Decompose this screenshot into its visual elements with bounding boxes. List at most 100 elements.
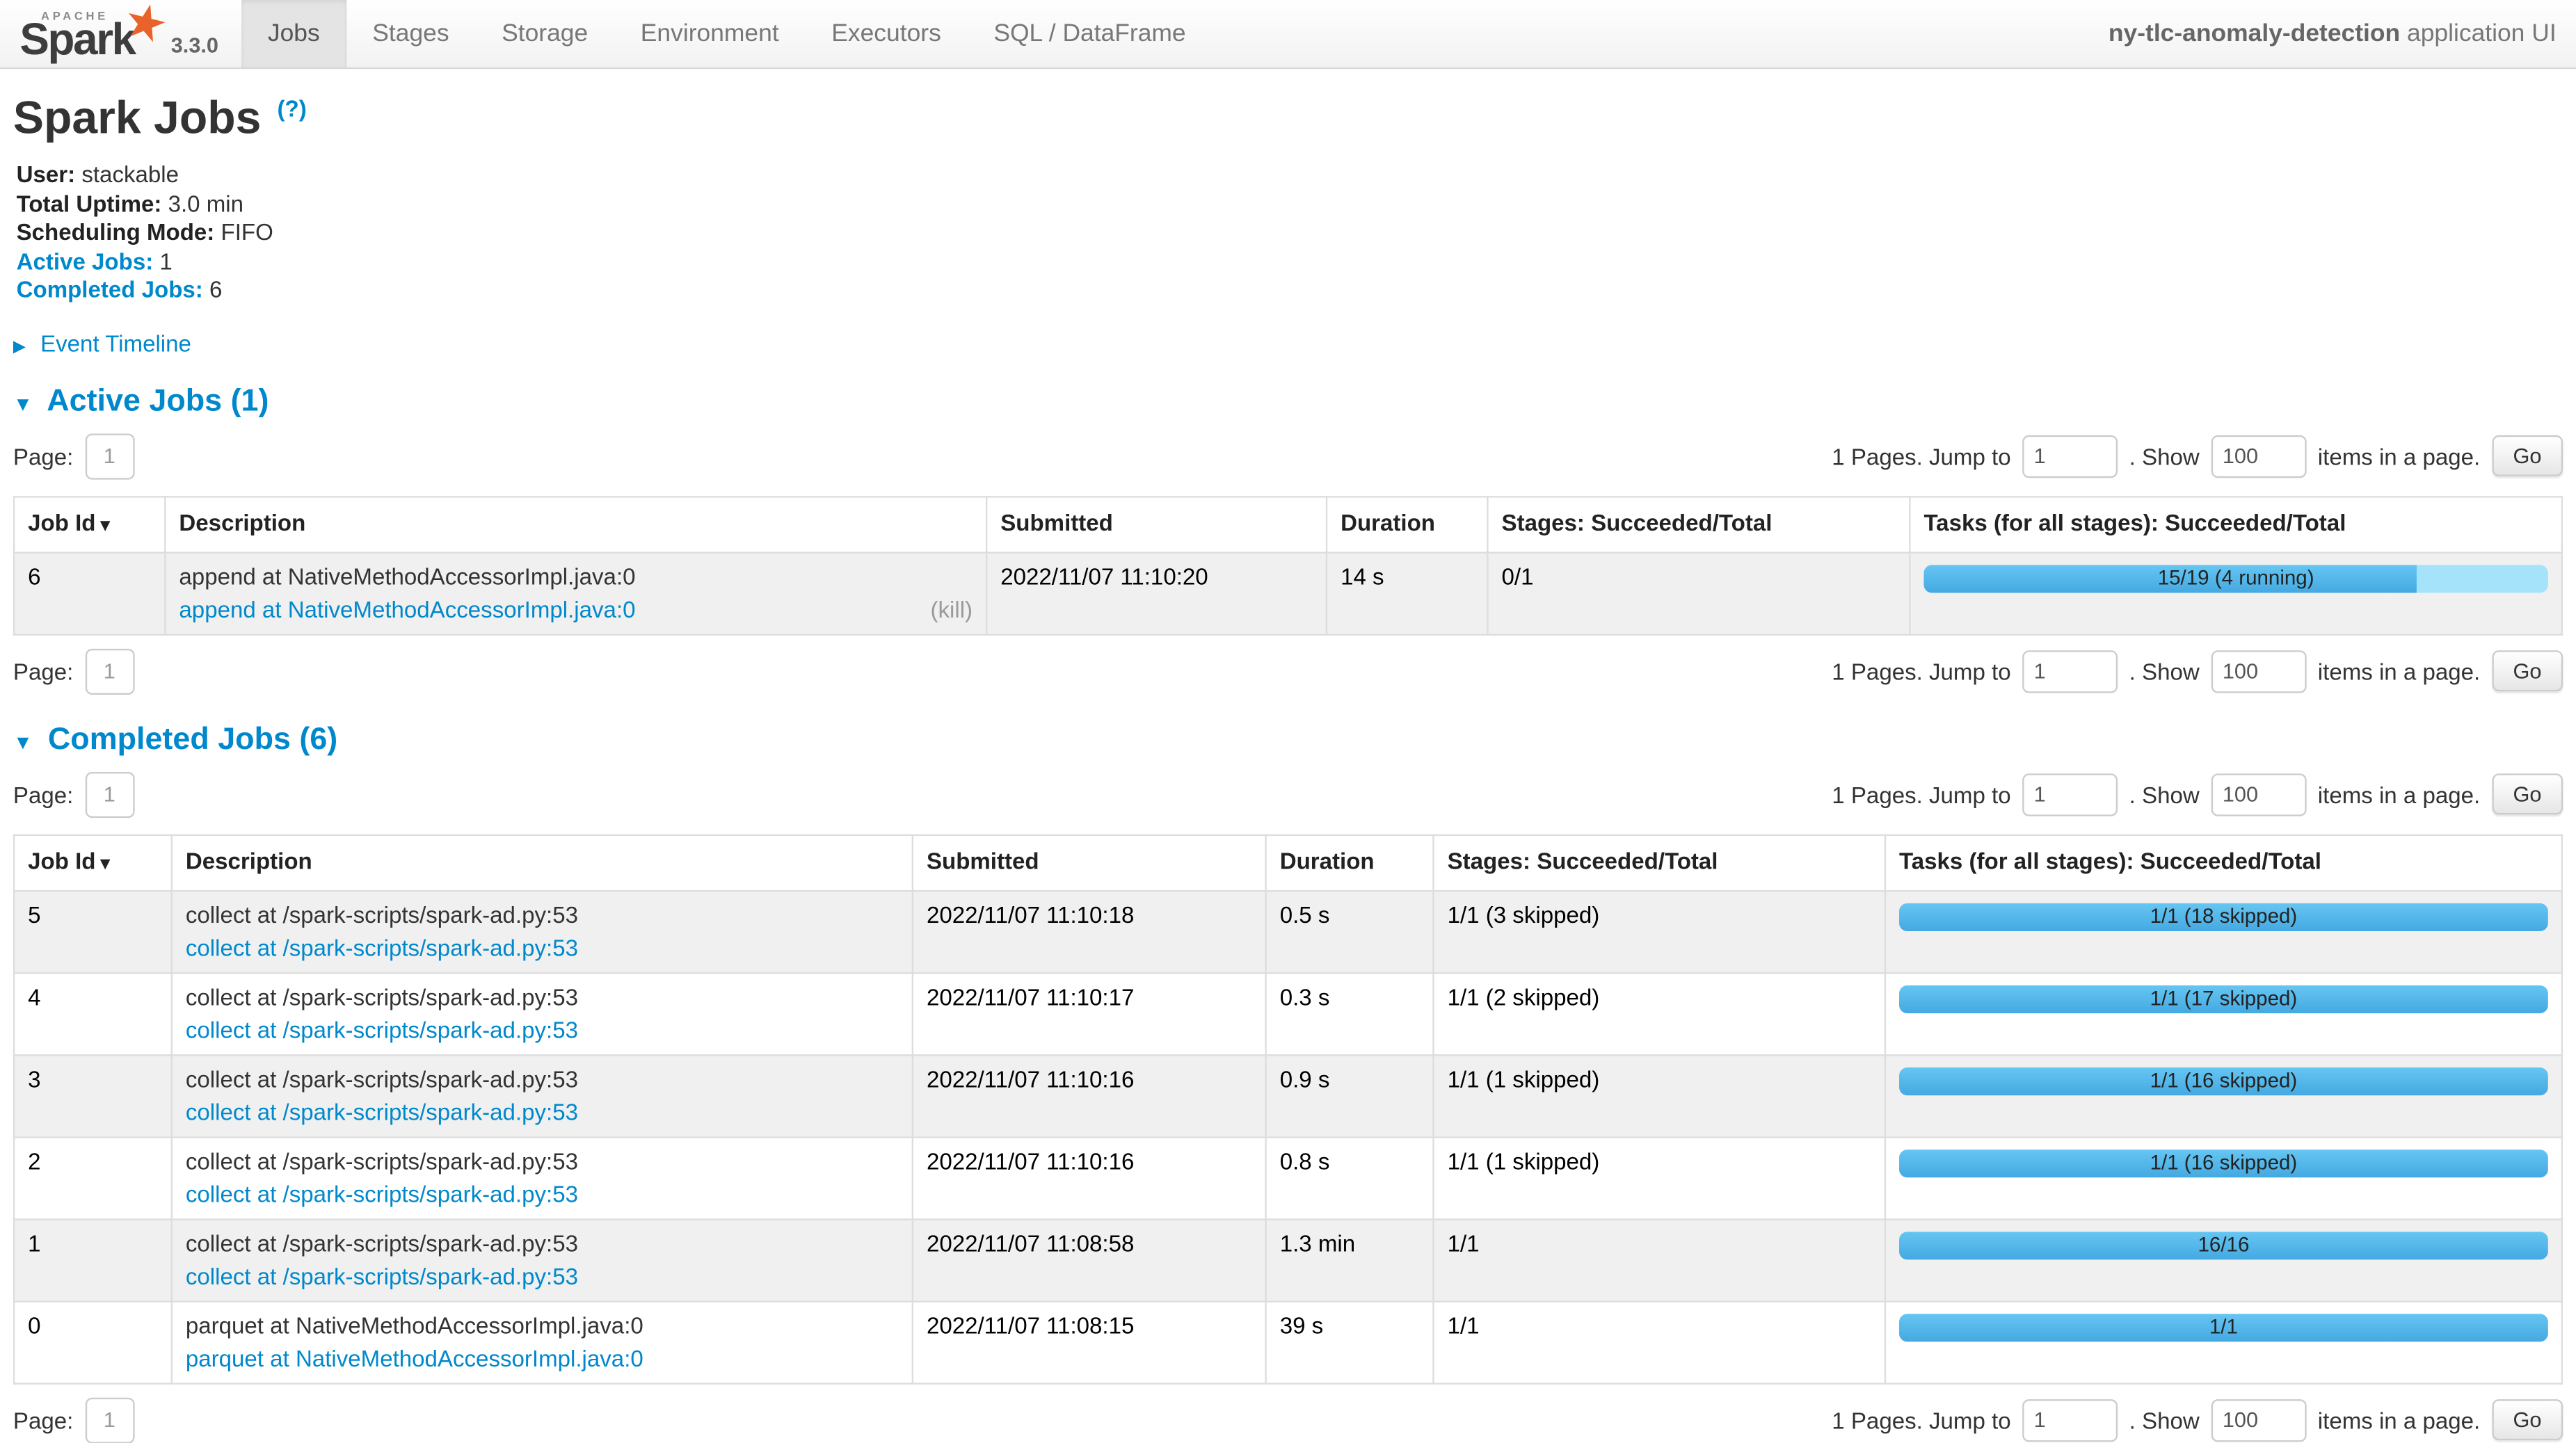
progress-label: 1/1 (16 skipped) [1899, 1149, 2548, 1177]
tab-executors[interactable]: Executors [805, 0, 967, 67]
tasks-cell: 15/19 (4 running) [1910, 552, 2562, 634]
sort-descending-icon: ▾ [101, 853, 110, 873]
kill-link[interactable]: (kill) [930, 595, 973, 623]
description-link[interactable]: collect at /spark-scripts/spark-ad.py:53 [186, 934, 578, 962]
col-stages[interactable]: Stages: Succeeded/Total [1487, 496, 1910, 551]
col-tasks[interactable]: Tasks (for all stages): Succeeded/Total [1910, 496, 2562, 551]
summary-scheduling-value: FIFO [221, 218, 273, 245]
description-cell: collect at /spark-scripts/spark-ad.py:53… [172, 1136, 913, 1218]
job-id-cell: 6 [14, 552, 165, 634]
tab-environment[interactable]: Environment [614, 0, 805, 67]
description-link[interactable]: collect at /spark-scripts/spark-ad.py:53 [186, 1098, 578, 1126]
jump-to-input[interactable] [2022, 435, 2118, 477]
jump-to-input[interactable] [2022, 1398, 2118, 1441]
tab-stages[interactable]: Stages [346, 0, 475, 67]
summary-user: User: stackable [17, 161, 2563, 189]
go-button[interactable]: Go [2492, 1399, 2563, 1440]
col-tasks[interactable]: Tasks (for all stages): Succeeded/Total [1885, 835, 2562, 890]
job-id-cell: 0 [14, 1300, 172, 1382]
description-link-row: append at NativeMethodAccessorImpl.java:… [179, 595, 973, 623]
job-id-cell: 4 [14, 972, 172, 1054]
description-link[interactable]: collect at /spark-scripts/spark-ad.py:53 [186, 1180, 578, 1208]
page-number-input[interactable] [85, 648, 134, 694]
col-duration[interactable]: Duration [1266, 835, 1434, 890]
col-submitted[interactable]: Submitted [986, 496, 1327, 551]
active-jobs-link[interactable]: Active Jobs: [17, 247, 154, 273]
page-number-input[interactable] [85, 1397, 134, 1443]
tab-storage[interactable]: Storage [475, 0, 614, 67]
jump-to-input[interactable] [2022, 773, 2118, 815]
chevron-right-icon: ▶ [13, 337, 26, 355]
page-label: Page: [13, 1407, 73, 1433]
help-link[interactable]: (?) [277, 95, 306, 121]
progress-label: 1/1 (18 skipped) [1899, 903, 2548, 930]
col-submitted[interactable]: Submitted [913, 835, 1266, 890]
tasks-progress-bar: 1/1 (18 skipped) [1899, 903, 2548, 930]
col-job-id-label: Job Id [28, 508, 95, 535]
description-link[interactable]: collect at /spark-scripts/spark-ad.py:53 [186, 1016, 578, 1044]
job-id-cell: 1 [14, 1218, 172, 1300]
description-cell: collect at /spark-scripts/spark-ad.py:53… [172, 1218, 913, 1300]
tasks-cell: 1/1 (18 skipped) [1885, 890, 2562, 972]
tasks-progress-bar: 1/1 (16 skipped) [1899, 1149, 2548, 1177]
summary-active-value: 1 [159, 247, 172, 273]
items-text: items in a page. [2318, 1407, 2480, 1433]
duration-cell: 39 s [1266, 1300, 1434, 1382]
completed-jobs-section-header[interactable]: ▼ Completed Jobs (6) [13, 722, 2563, 758]
completed-jobs-link[interactable]: Completed Jobs: [17, 276, 203, 303]
summary-active-jobs: Active Jobs: 1 [17, 247, 2563, 275]
pager-controls: 1 Pages. Jump to . Show items in a page.… [1832, 650, 2563, 692]
active-job-row: 6 append at NativeMethodAccessorImpl.jav… [14, 552, 2562, 634]
col-stages[interactable]: Stages: Succeeded/Total [1434, 835, 1885, 890]
description-text: parquet at NativeMethodAccessorImpl.java… [186, 1312, 899, 1339]
duration-cell: 0.5 s [1266, 890, 1434, 972]
items-per-page-input[interactable] [2211, 650, 2306, 692]
go-button[interactable]: Go [2492, 650, 2563, 691]
show-text: . Show [2129, 658, 2200, 684]
description-link-row: collect at /spark-scripts/spark-ad.py:53 [186, 1098, 899, 1126]
page-indicator: Page: [13, 433, 134, 478]
description-link[interactable]: collect at /spark-scripts/spark-ad.py:53 [186, 1262, 578, 1290]
summary-uptime-label: Total Uptime: [17, 190, 162, 216]
pages-jump-text: 1 Pages. Jump to [1832, 1407, 2010, 1433]
completed-job-row: 2 collect at /spark-scripts/spark-ad.py:… [14, 1136, 2562, 1218]
pages-jump-text: 1 Pages. Jump to [1832, 781, 2010, 807]
items-per-page-input[interactable] [2211, 773, 2306, 815]
col-job-id[interactable]: Job Id ▾ [14, 496, 165, 551]
col-duration[interactable]: Duration [1327, 496, 1487, 551]
show-text: . Show [2129, 442, 2200, 469]
go-button[interactable]: Go [2492, 773, 2563, 814]
items-per-page-input[interactable] [2211, 1398, 2306, 1441]
go-button[interactable]: Go [2492, 435, 2563, 476]
tab-jobs[interactable]: Jobs [241, 0, 346, 67]
submitted-cell: 2022/11/07 11:08:15 [913, 1300, 1266, 1382]
tasks-cell: 1/1 (17 skipped) [1885, 972, 2562, 1054]
stages-cell: 1/1 (3 skipped) [1434, 890, 1885, 972]
stages-cell: 1/1 [1434, 1218, 1885, 1300]
col-description[interactable]: Description [172, 835, 913, 890]
tab-sql-dataframe[interactable]: SQL / DataFrame [968, 0, 1213, 67]
active-jobs-section-header[interactable]: ▼ Active Jobs (1) [13, 383, 2563, 419]
page-number-input[interactable] [85, 771, 134, 817]
col-description[interactable]: Description [165, 496, 986, 551]
col-job-id-label: Job Id [28, 846, 95, 873]
event-timeline-link[interactable]: Event Timeline [40, 330, 191, 356]
jump-to-input[interactable] [2022, 650, 2118, 692]
description-cell: collect at /spark-scripts/spark-ad.py:53… [172, 1054, 913, 1136]
active-jobs-table: Job Id ▾ Description Submitted Duration S… [13, 495, 2563, 635]
spark-jobs-page: APACHE Spark ★ 3.3.0 Jobs Stages Storage… [0, 0, 2576, 1348]
tasks-cell: 1/1 [1885, 1300, 2562, 1382]
pager-completed-top: Page: 1 Pages. Jump to . Show items in a… [13, 771, 2563, 817]
description-link[interactable]: append at NativeMethodAccessorImpl.java:… [179, 595, 635, 623]
description-text: collect at /spark-scripts/spark-ad.py:53 [186, 1230, 899, 1257]
progress-label: 16/16 [1899, 1231, 2548, 1259]
col-job-id[interactable]: Job Id ▾ [14, 835, 172, 890]
sort-descending-icon: ▾ [101, 515, 110, 534]
items-per-page-input[interactable] [2211, 435, 2306, 477]
event-timeline-row: ▶ Event Timeline [13, 330, 2563, 356]
spark-logo[interactable]: APACHE Spark ★ 3.3.0 [0, 0, 241, 67]
completed-job-row: 1 collect at /spark-scripts/spark-ad.py:… [14, 1218, 2562, 1300]
page-number-input[interactable] [85, 433, 134, 478]
completed-job-row: 5 collect at /spark-scripts/spark-ad.py:… [14, 890, 2562, 972]
tasks-progress-bar: 15/19 (4 running) [1923, 564, 2547, 592]
